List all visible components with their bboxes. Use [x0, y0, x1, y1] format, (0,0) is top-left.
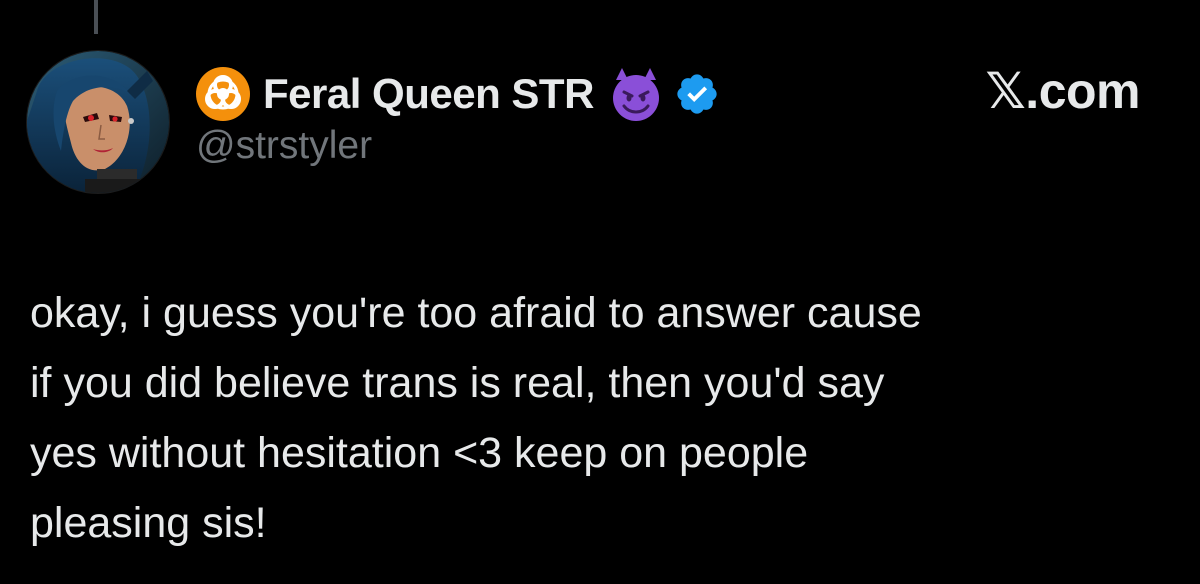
author-name-row[interactable]: Feral Queen STR [195, 64, 720, 124]
avatar[interactable] [26, 50, 170, 194]
avatar-illustration [27, 51, 169, 193]
tweet-body-text: okay, i guess you're too afraid to answe… [30, 289, 922, 547]
biohazard-icon [196, 67, 250, 121]
verified-badge-icon[interactable] [674, 71, 720, 117]
smiling-devil-icon [612, 68, 659, 121]
author-handle[interactable]: @strstyler [196, 124, 372, 168]
thread-connector-line [94, 0, 98, 34]
x-site-label: 𝕏.com [985, 63, 1141, 119]
author-display-name: Feral Queen STR [263, 70, 594, 117]
